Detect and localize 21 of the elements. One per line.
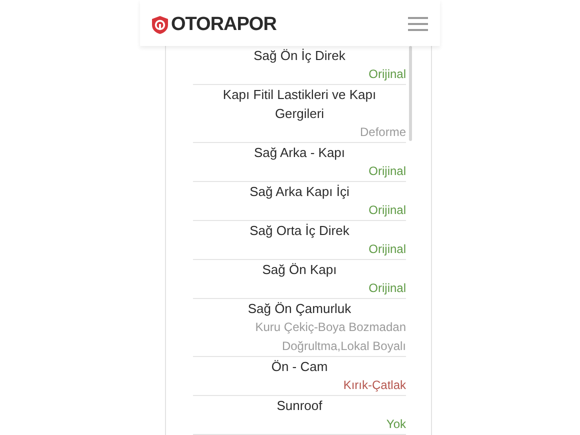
part-name: Sağ Ön Çamurluk <box>246 300 352 318</box>
part-status: Yok <box>385 416 406 433</box>
menu-icon[interactable] <box>408 17 428 31</box>
logo-text: OTORAPOR <box>171 12 276 37</box>
part-name: Sunroof <box>276 397 324 415</box>
part-status: Orijinal <box>368 280 406 297</box>
part-status: Orijinal <box>368 241 406 258</box>
part-name: Kapı Fitil Lastikleri ve Kapı Gergileri <box>222 86 378 123</box>
part-name: Sağ Orta İç Direk <box>248 222 350 240</box>
part-name: Ön - Cam <box>270 358 329 376</box>
part-name: Sağ Arka - Kapı <box>252 144 346 162</box>
part-status: Kuru Çekiç-Boya Bozmadan Doğrultma,Lokal Boyalı <box>254 319 406 355</box>
part-status: Kırık-Çatlak <box>342 377 406 394</box>
part-status: Deforme <box>358 124 406 141</box>
part-status: Orijinal <box>368 163 406 180</box>
shield-logo-icon <box>152 16 168 34</box>
part-status: Orijinal <box>368 66 406 83</box>
part-name: Sağ Arka Kapı İçi <box>248 183 350 201</box>
part-status: Orijinal <box>368 202 406 219</box>
part-name: Sağ Ön Kapı <box>261 261 338 279</box>
part-name: Sağ Ön İç Direk <box>252 47 346 65</box>
